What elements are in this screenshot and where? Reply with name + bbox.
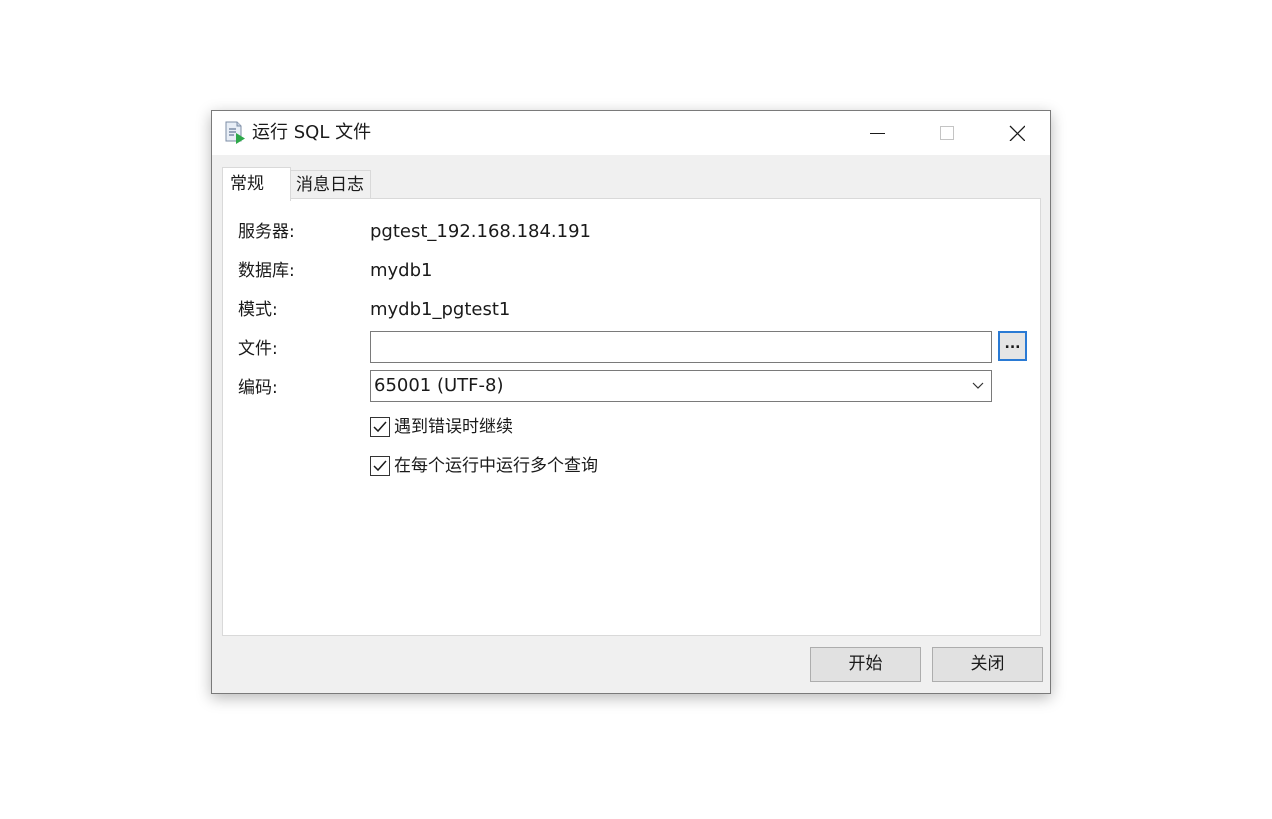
multiple-queries-label: 在每个运行中运行多个查询 (394, 456, 598, 476)
tab-general-label: 常规 (230, 174, 264, 194)
minimize-icon (870, 133, 885, 134)
close-button[interactable]: 关闭 (932, 647, 1043, 682)
chevron-down-icon (972, 382, 984, 389)
server-value: pgtest_192.168.184.191 (370, 221, 592, 242)
start-button[interactable]: 开始 (810, 647, 921, 682)
multiple-queries-checkbox[interactable] (370, 456, 390, 476)
schema-label: 模式: (238, 300, 278, 320)
sql-file-run-icon (225, 121, 245, 144)
close-window-button[interactable] (994, 111, 1040, 155)
checkmark-icon (373, 460, 387, 472)
database-label: 数据库: (238, 261, 295, 281)
schema-value: mydb1_pgtest1 (370, 299, 511, 320)
tab-message-log[interactable]: 消息日志 (290, 170, 371, 199)
window-title: 运行 SQL 文件 (252, 122, 372, 143)
maximize-icon (940, 126, 954, 140)
tab-message-log-label: 消息日志 (296, 175, 364, 195)
tab-general[interactable]: 常规 (222, 167, 291, 201)
browse-file-button[interactable]: ... (998, 331, 1027, 361)
continue-on-error-label: 遇到错误时继续 (394, 417, 513, 437)
encoding-selected-value: 65001 (UTF-8) (374, 375, 504, 396)
database-value: mydb1 (370, 260, 433, 281)
server-label: 服务器: (238, 222, 295, 242)
general-panel: 服务器: pgtest_192.168.184.191 数据库: mydb1 模… (222, 198, 1041, 636)
run-sql-file-dialog: 运行 SQL 文件 常规 消息日志 服务器: pgtest_192.168.18… (211, 110, 1051, 694)
title-bar: 运行 SQL 文件 (212, 111, 1050, 155)
maximize-button[interactable] (924, 111, 970, 155)
minimize-button[interactable] (854, 111, 900, 155)
continue-on-error-checkbox[interactable] (370, 417, 390, 437)
file-label: 文件: (238, 339, 278, 359)
checkmark-icon (373, 421, 387, 433)
encoding-label: 编码: (238, 378, 278, 398)
close-icon (1009, 125, 1025, 141)
encoding-select[interactable]: 65001 (UTF-8) (370, 370, 992, 402)
file-path-input[interactable] (370, 331, 992, 363)
